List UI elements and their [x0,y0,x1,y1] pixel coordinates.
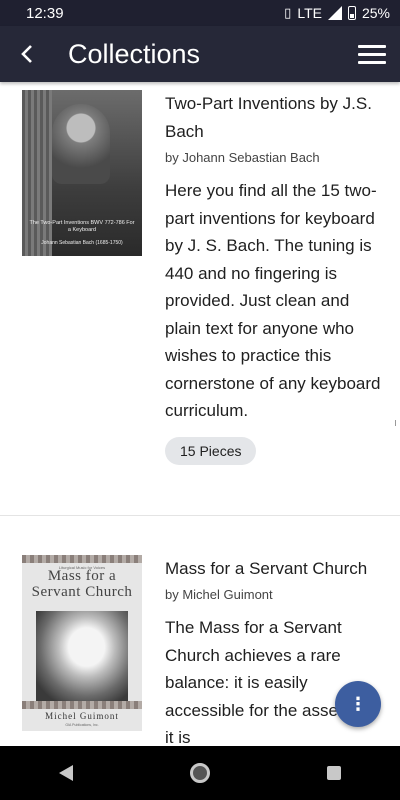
collection-title[interactable]: Two-Part Inventions by J.S. Bach [165,90,387,146]
cover-border-pattern [22,701,142,709]
collection-cover-image[interactable]: Liturgical Music for Voices Mass for a S… [22,555,142,731]
collection-info: Two-Part Inventions by J.S. Bach by Joha… [165,90,387,465]
angel-statue-art [36,611,128,701]
bach-portrait-art [52,104,110,184]
cover-publisher: GIA Publications, Inc. [65,723,99,727]
cover-subtitle: Johann Sebastian Bach (1685-1750) [41,240,123,246]
hamburger-menu-icon [358,44,386,48]
nav-recents-icon[interactable] [327,766,342,780]
scroll-indicator [395,420,396,426]
collection-author: by Johann Sebastian Bach [165,150,320,165]
battery-percent: 25% [361,5,390,21]
signal-icon [327,6,342,20]
status-bar: 12:39 ▯ LTE 25% [0,0,400,26]
cover-title: Mass for a Servant Church [31,568,133,600]
app-bar: Collections [0,26,400,82]
pieces-count-chip[interactable]: 15 Pieces [165,436,257,465]
nav-home-icon[interactable] [189,763,210,783]
cover-author: Michel Guimont [45,711,119,721]
collection-description: Here you find all the 15 two-part invent… [165,181,381,420]
collection-author: by Michel Guimont [165,587,273,602]
arrow-back-icon [21,45,32,63]
collection-card[interactable]: The Two-Part Inventions BWV 772-786 For … [0,82,400,516]
menu-button[interactable] [344,26,400,82]
network-type: LTE [297,5,322,21]
cover-title: The Two-Part Inventions BWV 772-786 For … [29,220,135,234]
vibrate-icon: ▯ [284,5,292,20]
more-options-fab[interactable]: ⋮ [335,681,381,727]
back-button[interactable] [0,26,56,82]
collections-list[interactable]: The Two-Part Inventions BWV 772-786 For … [0,82,400,746]
status-icons: ▯ LTE 25% [284,5,390,21]
collection-title[interactable]: Mass for a Servant Church [165,555,387,583]
nav-back-icon[interactable] [58,765,73,781]
collection-cover-image[interactable]: The Two-Part Inventions BWV 772-786 For … [22,90,142,256]
status-time: 12:39 [26,4,64,22]
more-vertical-icon: ⋮ [349,693,367,714]
system-nav-bar [0,746,400,800]
battery-icon [347,6,356,20]
cover-border-pattern [22,555,142,563]
page-title: Collections [68,38,201,69]
